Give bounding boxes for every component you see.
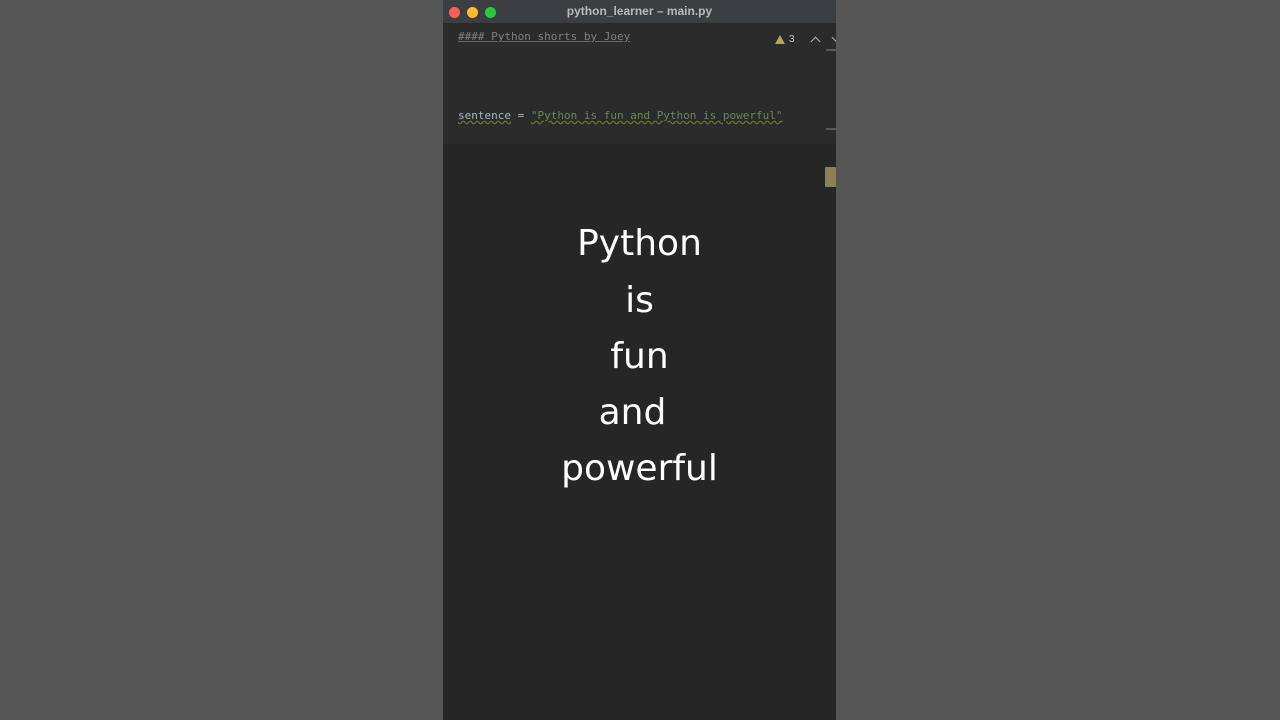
caption-word: is [625, 280, 654, 321]
warning-count: 3 [789, 33, 795, 45]
assignment-operator: = [510, 109, 531, 122]
caption-word: and [598, 392, 667, 433]
left-background [0, 0, 443, 720]
variable-name: sentence [458, 109, 511, 122]
warning-icon [775, 34, 785, 44]
scrollbar-thumb[interactable] [825, 167, 836, 187]
chevron-up-icon[interactable] [810, 36, 821, 46]
inspection-widget[interactable]: 3 [775, 32, 836, 46]
right-background [836, 0, 1280, 720]
chevron-down-icon[interactable] [831, 32, 836, 43]
scrollbar-marker [826, 49, 836, 51]
title-bar: python_learner – main.py [443, 0, 836, 24]
caption-word: powerful [561, 448, 718, 489]
window-title: python_learner – main.py [566, 4, 713, 18]
scrollbar-marker [826, 128, 836, 130]
code-comment-line: #### Python shorts by Joey [458, 30, 631, 43]
string-literal: "Python is fun and Python is powerful" [530, 109, 783, 122]
caption-word: Python [577, 223, 702, 264]
code-editor[interactable]: #### Python shorts by Joey sentence = "P… [443, 24, 836, 144]
caption-word: fun [610, 336, 669, 377]
code-assignment-line: sentence = "Python is fun and Python is … [458, 109, 783, 122]
